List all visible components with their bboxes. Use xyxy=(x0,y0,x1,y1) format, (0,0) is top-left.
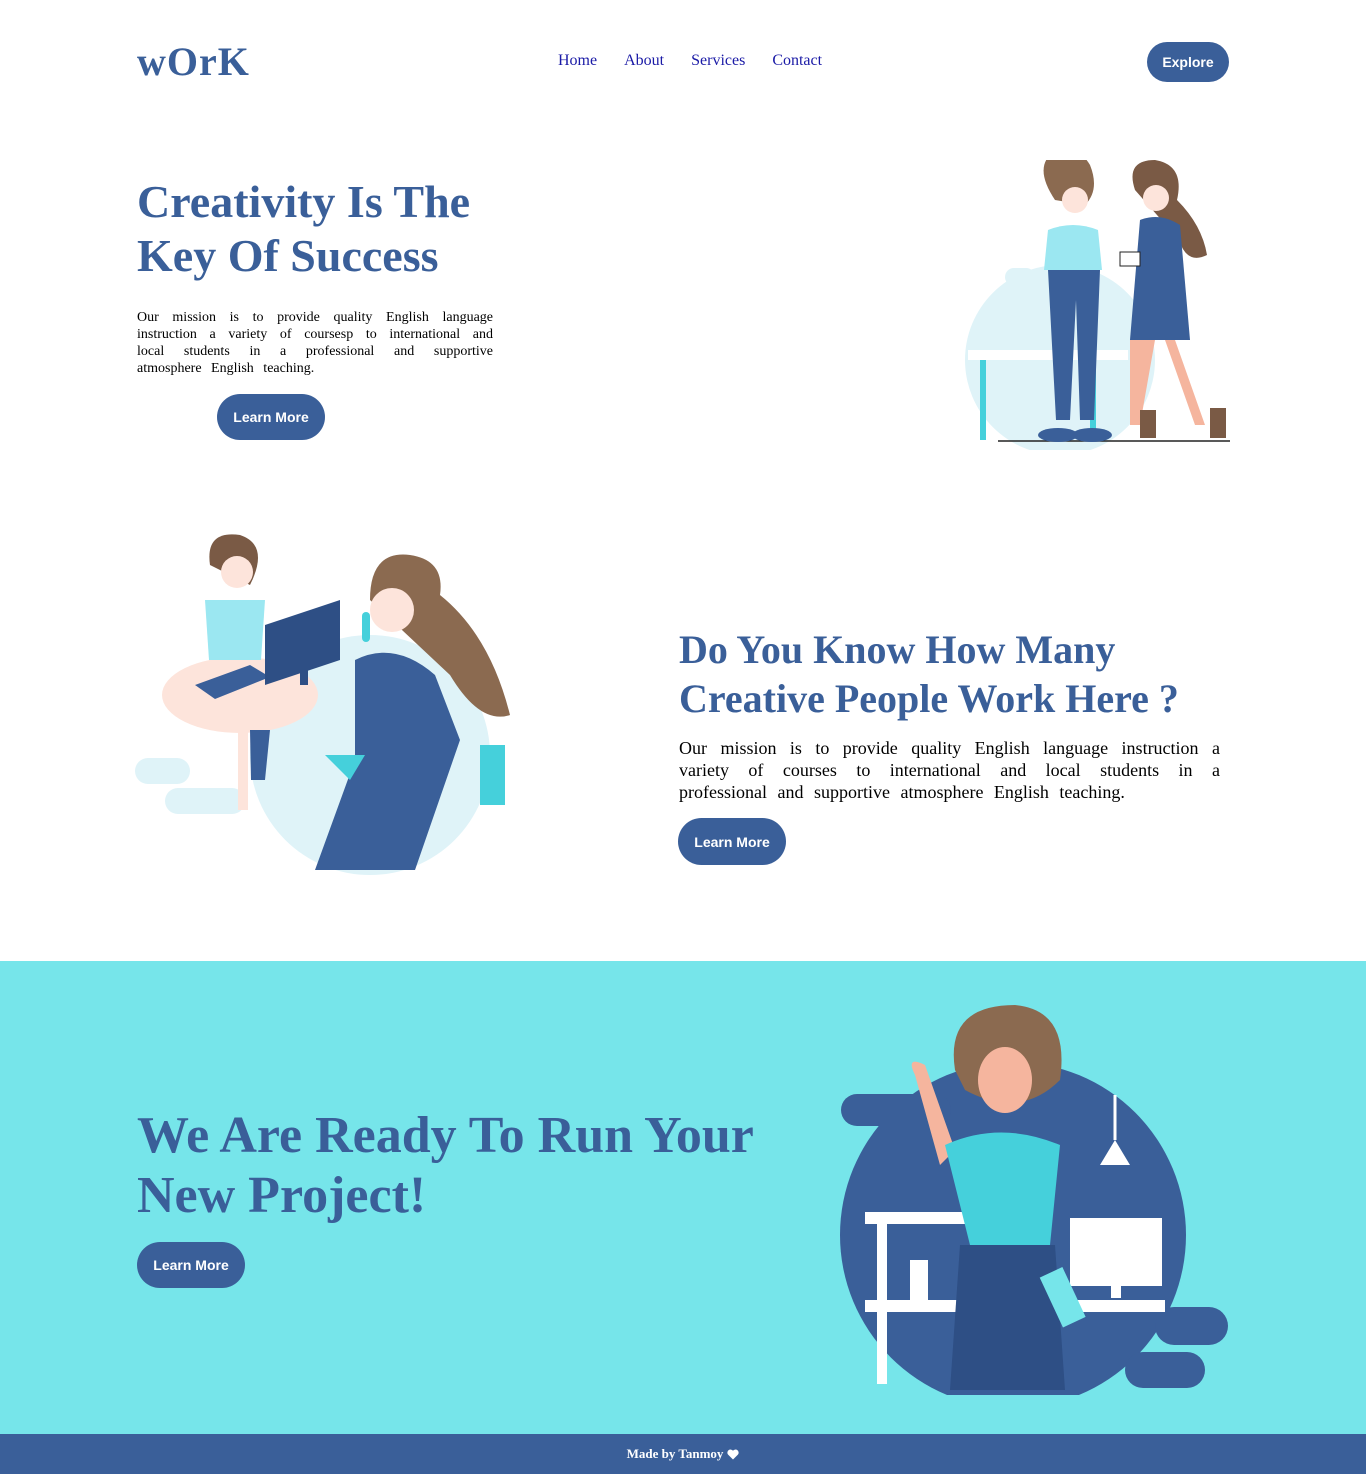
section2-title-line1: Do You Know How Many xyxy=(679,627,1116,672)
hero-title: Creativity Is The Key Of Success xyxy=(137,175,470,284)
cloud-shape xyxy=(1005,268,1035,286)
face xyxy=(221,556,253,588)
section3-learn-more-button[interactable]: Learn More xyxy=(137,1242,245,1288)
top xyxy=(1044,225,1102,270)
hero-illustration xyxy=(965,160,1230,450)
boot xyxy=(1210,408,1226,438)
hero-learn-more-button[interactable]: Learn More xyxy=(217,394,325,440)
office-illustration xyxy=(135,534,510,875)
hero-title-line1: Creativity Is The xyxy=(137,176,471,227)
face xyxy=(978,1047,1032,1113)
section3-title-line1: We Are Ready To Run Your xyxy=(137,1107,754,1164)
section3-title: We Are Ready To Run Your New Project! xyxy=(137,1106,754,1226)
nav-contact[interactable]: Contact xyxy=(772,52,822,70)
nav-services[interactable]: Services xyxy=(691,52,745,70)
footer-text: Made by Tanmoy xyxy=(626,1446,724,1461)
shirt xyxy=(205,600,265,660)
boot xyxy=(1140,410,1156,438)
monitor xyxy=(1070,1218,1162,1286)
waving-woman-illustration xyxy=(840,1005,1228,1395)
skirt xyxy=(950,1245,1065,1390)
section2-title-line2: Creative People Work Here ? xyxy=(679,676,1179,721)
heart-icon xyxy=(727,1449,740,1459)
phone-handset xyxy=(362,612,370,642)
cloud-shape xyxy=(1155,1307,1228,1345)
nav-about[interactable]: About xyxy=(624,52,664,70)
face xyxy=(1062,187,1088,213)
explore-button[interactable]: Explore xyxy=(1147,42,1229,82)
face xyxy=(370,588,414,632)
section2-learn-more-button[interactable]: Learn More xyxy=(678,818,786,865)
section2-title: Do You Know How Many Creative People Wor… xyxy=(679,625,1179,723)
hero-paragraph: Our mission is to provide quality Englis… xyxy=(137,310,493,376)
cloud-shape xyxy=(135,758,190,784)
face xyxy=(1143,185,1169,211)
footer: Made by Tanmoy xyxy=(0,1434,1366,1474)
cloud-shape xyxy=(165,788,245,814)
desk-leg xyxy=(980,360,986,440)
section3-title-line2: New Project! xyxy=(137,1167,427,1224)
desk-leg xyxy=(238,725,248,810)
hero-title-line2: Key Of Success xyxy=(137,230,439,282)
monitor-stand xyxy=(1111,1286,1121,1298)
main-nav: Home About Services Contact xyxy=(558,52,822,70)
section2-paragraph: Our mission is to provide quality Englis… xyxy=(679,738,1220,802)
desk-top xyxy=(968,350,1128,360)
phone-device xyxy=(1119,251,1141,267)
nav-home[interactable]: Home xyxy=(558,52,597,70)
logo[interactable]: wOrK xyxy=(137,38,250,85)
plant-pot xyxy=(910,1260,928,1300)
shoe xyxy=(1072,428,1112,442)
chair-back xyxy=(480,745,505,805)
cloud-shape xyxy=(1125,1352,1205,1388)
monitor-stand xyxy=(300,665,308,685)
